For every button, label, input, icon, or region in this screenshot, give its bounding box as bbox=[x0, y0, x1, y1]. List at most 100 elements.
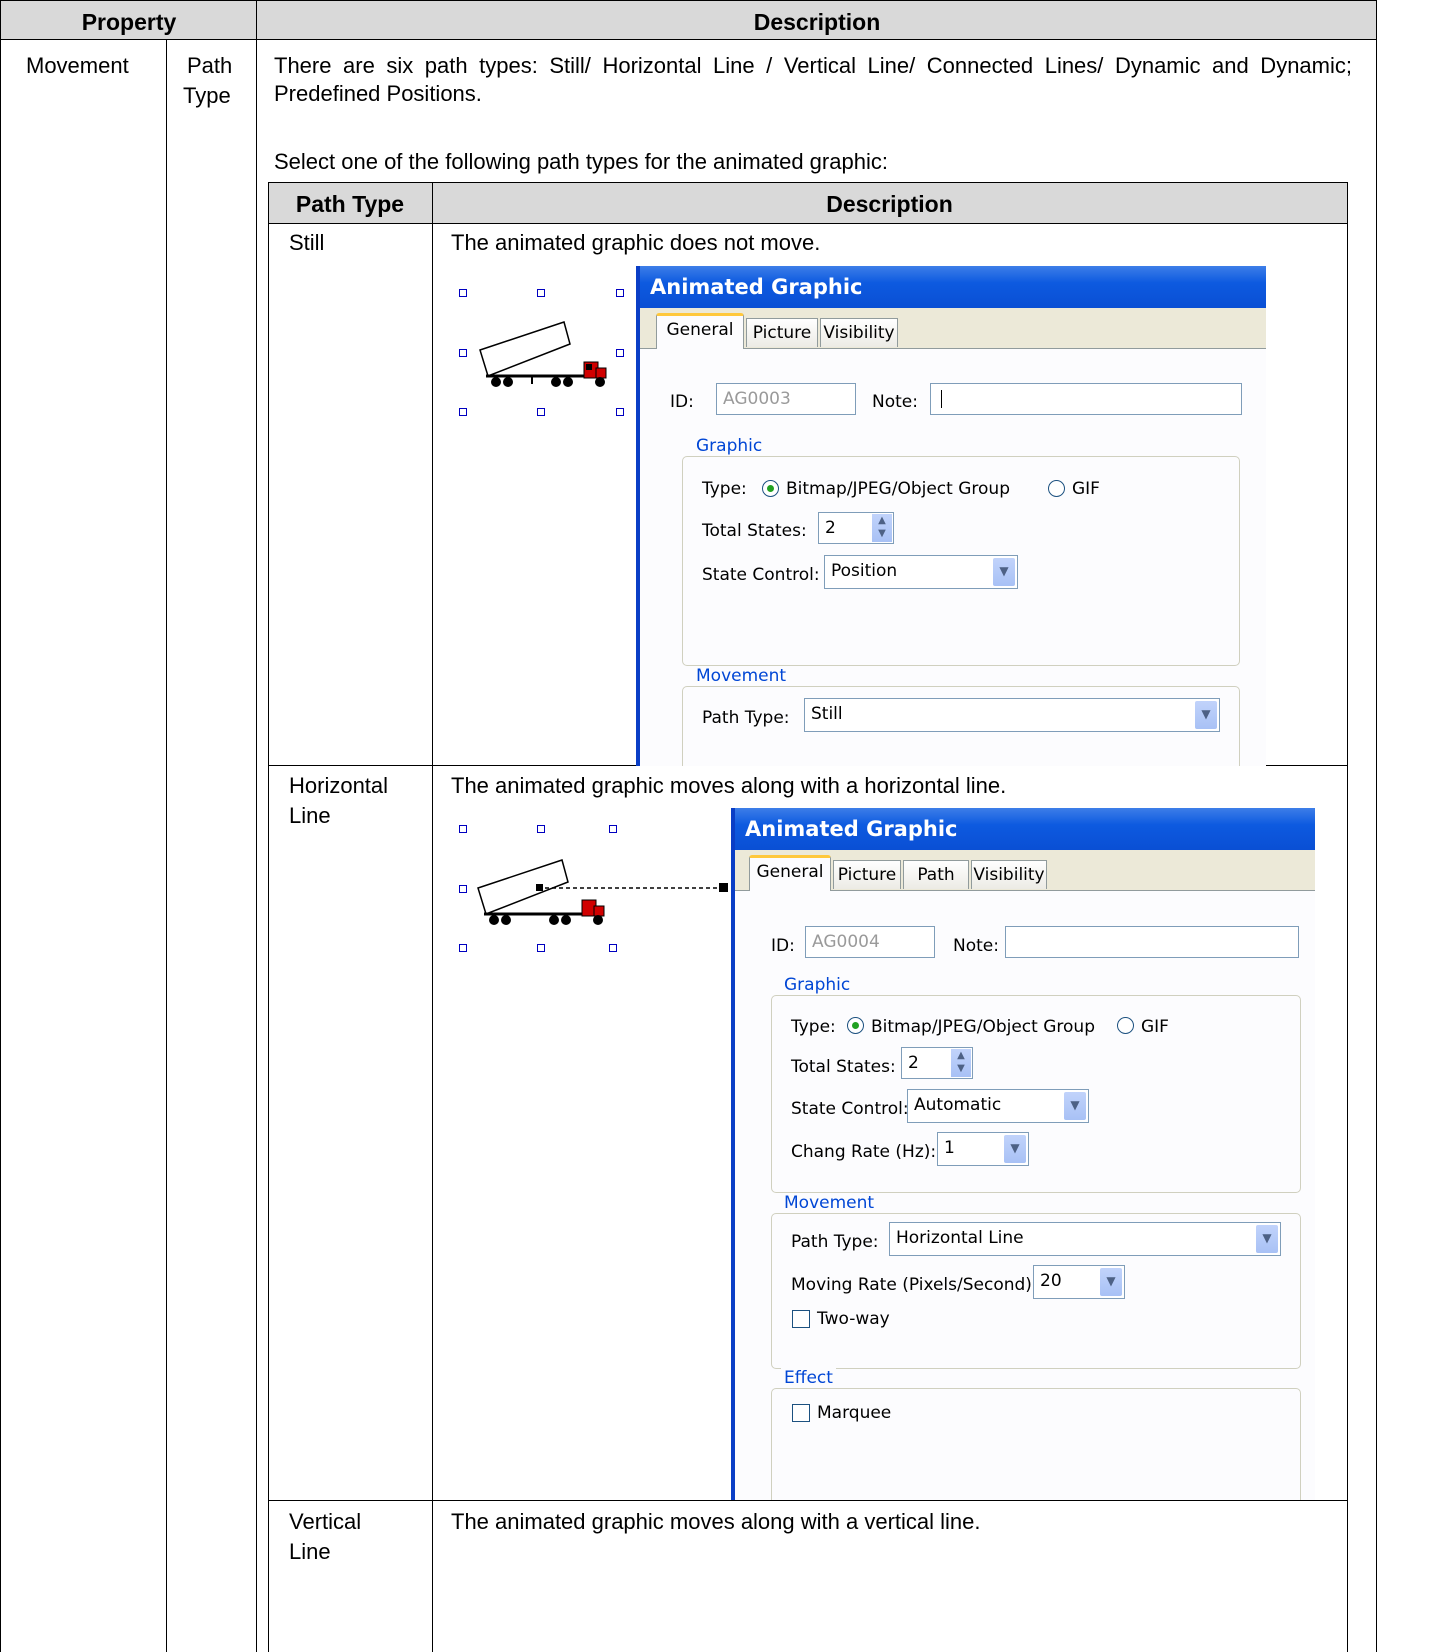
type-radio-bitmap[interactable] bbox=[762, 480, 779, 497]
tab-picture[interactable]: Picture bbox=[833, 860, 901, 889]
type-label: Type: bbox=[702, 479, 747, 499]
dialog-title: Animated Graphic bbox=[735, 808, 1315, 850]
moving-rate-select[interactable]: 20 ▼ bbox=[1033, 1265, 1125, 1299]
id-label: ID: bbox=[670, 392, 694, 412]
inner-header-description: Description bbox=[826, 191, 953, 217]
id-label: ID: bbox=[771, 936, 795, 956]
path-type-select[interactable]: Horizontal Line ▼ bbox=[889, 1222, 1281, 1256]
path-type-select[interactable]: Still ▼ bbox=[804, 698, 1220, 732]
selection-handle[interactable] bbox=[537, 944, 545, 952]
tab-picture[interactable]: Picture bbox=[746, 318, 818, 347]
type-radio-gif[interactable] bbox=[1117, 1017, 1134, 1034]
truck-graphic-still[interactable] bbox=[456, 286, 628, 416]
total-states-spinner[interactable]: 2 ▲ ▼ bbox=[818, 512, 894, 544]
graphic-group-title: Graphic bbox=[693, 436, 766, 456]
total-states-spinner[interactable]: 2 ▲ ▼ bbox=[901, 1047, 973, 1079]
chevron-down-icon[interactable]: ▼ bbox=[1064, 1092, 1086, 1120]
inner-border bbox=[1347, 182, 1348, 1652]
chevron-down-icon[interactable]: ▼ bbox=[993, 558, 1015, 586]
change-rate-select[interactable]: 1 ▼ bbox=[937, 1132, 1029, 1166]
movement-group-title: Movement bbox=[781, 1193, 878, 1213]
path-type-vertical-2: Line bbox=[289, 1539, 331, 1564]
dump-truck-icon bbox=[479, 321, 607, 387]
path-type-horizontal-2: Line bbox=[289, 803, 331, 828]
text-cursor bbox=[941, 390, 942, 408]
general-panel: ID: AG0003 Note: Graphic Type: Bitmap/JP… bbox=[640, 349, 1266, 766]
general-panel: ID: AG0004 Note: Graphic Type: Bitmap/JP… bbox=[735, 891, 1315, 1500]
two-way-label: Two-way bbox=[817, 1309, 890, 1329]
note-field[interactable] bbox=[930, 383, 1242, 415]
total-states-label: Total States: bbox=[791, 1057, 896, 1077]
change-rate-label: Chang Rate (Hz): bbox=[791, 1142, 937, 1162]
selection-handle[interactable] bbox=[459, 289, 467, 297]
table-border bbox=[0, 0, 1377, 1]
selection-handle[interactable] bbox=[537, 289, 545, 297]
selection-handle[interactable] bbox=[459, 408, 467, 416]
tab-visibility[interactable]: Visibility bbox=[971, 860, 1047, 889]
graphic-group-title: Graphic bbox=[781, 975, 854, 995]
chevron-down-icon[interactable]: ▼ bbox=[1004, 1135, 1026, 1163]
marquee-checkbox[interactable] bbox=[792, 1404, 810, 1422]
header-description: Description bbox=[753, 9, 881, 35]
type-radio-bitmap[interactable] bbox=[847, 1017, 864, 1034]
selection-handle[interactable] bbox=[459, 944, 467, 952]
intro-text: There are six path types: Still/ Horizon… bbox=[274, 53, 1352, 106]
type-option-gif: GIF bbox=[1072, 479, 1100, 499]
property-movement: Movement bbox=[26, 53, 129, 78]
inner-border bbox=[268, 1500, 1348, 1501]
selection-handle[interactable] bbox=[537, 825, 545, 833]
selection-handle[interactable] bbox=[616, 349, 624, 357]
two-way-checkbox[interactable] bbox=[792, 1310, 810, 1328]
animated-graphic-dialog-still: Animated Graphic General Picture Visibil… bbox=[636, 266, 1266, 766]
table-border bbox=[0, 0, 1, 1652]
tab-path[interactable]: Path bbox=[903, 860, 969, 889]
inner-border bbox=[268, 223, 1348, 224]
select-text: Select one of the following path types f… bbox=[274, 149, 888, 174]
id-field[interactable]: AG0004 bbox=[805, 926, 935, 958]
truck-graphic-horizontal[interactable] bbox=[456, 822, 736, 952]
id-field[interactable]: AG0003 bbox=[716, 383, 856, 415]
type-label: Type: bbox=[791, 1017, 836, 1037]
type-option-gif: GIF bbox=[1141, 1017, 1169, 1037]
path-type-still: Still bbox=[289, 230, 325, 255]
tab-general[interactable]: General bbox=[656, 313, 744, 351]
horizontal-description: The animated graphic moves along with a … bbox=[451, 773, 1007, 798]
path-type-label: Path Type: bbox=[702, 708, 790, 728]
selection-handle[interactable] bbox=[609, 825, 617, 833]
tab-strip: General Picture Visibility bbox=[640, 308, 1266, 351]
selection-handle[interactable] bbox=[459, 885, 467, 893]
path-type-label: Path Type: bbox=[791, 1232, 879, 1252]
horizontal-path-line bbox=[536, 883, 728, 892]
chevron-down-icon[interactable]: ▼ bbox=[1256, 1225, 1278, 1253]
dialog-title: Animated Graphic bbox=[640, 266, 1266, 308]
note-field[interactable] bbox=[1005, 926, 1299, 958]
spinner-arrows-icon[interactable]: ▲ ▼ bbox=[872, 514, 892, 542]
selection-handle[interactable] bbox=[609, 944, 617, 952]
table-border bbox=[256, 0, 257, 1652]
subproperty-path: Path bbox=[187, 53, 233, 78]
path-type-vertical-1: Vertical bbox=[289, 1509, 362, 1534]
movement-group-title: Movement bbox=[693, 666, 790, 686]
selection-handle[interactable] bbox=[459, 349, 467, 357]
total-states-label: Total States: bbox=[702, 521, 807, 541]
spinner-arrows-icon[interactable]: ▲ ▼ bbox=[951, 1049, 971, 1077]
chevron-down-icon[interactable]: ▼ bbox=[1195, 701, 1217, 729]
selection-handle[interactable] bbox=[616, 408, 624, 416]
state-control-label: State Control: bbox=[791, 1099, 909, 1119]
chevron-down-icon[interactable]: ▼ bbox=[1100, 1268, 1122, 1296]
selection-handle[interactable] bbox=[537, 408, 545, 416]
tab-strip: General Picture Path Visibility bbox=[735, 850, 1315, 893]
state-control-select[interactable]: Automatic ▼ bbox=[907, 1089, 1089, 1123]
still-description: The animated graphic does not move. bbox=[451, 230, 821, 255]
type-radio-gif[interactable] bbox=[1048, 480, 1065, 497]
tab-general[interactable]: General bbox=[749, 855, 831, 893]
type-option-bitmap: Bitmap/JPEG/Object Group bbox=[871, 1017, 1095, 1037]
selection-handle[interactable] bbox=[616, 289, 624, 297]
table-border bbox=[166, 39, 167, 1652]
table-border bbox=[1376, 0, 1377, 1652]
tab-visibility[interactable]: Visibility bbox=[820, 318, 898, 347]
type-option-bitmap: Bitmap/JPEG/Object Group bbox=[786, 479, 1010, 499]
subproperty-type: Type bbox=[183, 83, 231, 108]
state-control-select[interactable]: Position ▼ bbox=[824, 555, 1018, 589]
selection-handle[interactable] bbox=[459, 825, 467, 833]
